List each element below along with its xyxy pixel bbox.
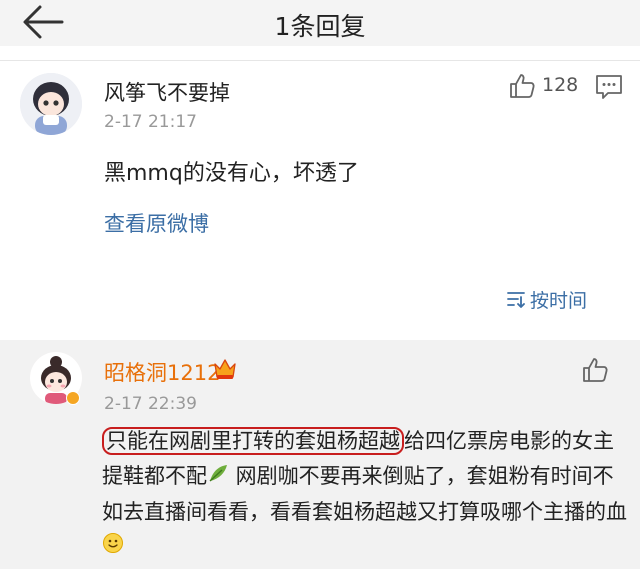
reply-text: 只能在网剧里打转的套姐杨超越 给四亿票房电影的女主提鞋都不配 网剧咖不要再来倒贴了… [102,424,630,565]
like-count: 128 [542,74,579,96]
sort-button[interactable]: 按时间 [506,286,587,312]
avatar[interactable] [20,73,82,135]
sort-label: 按时间 [530,289,588,312]
sort-icon [507,292,525,308]
vip-crown-icon [212,356,238,382]
view-original-link[interactable]: 查看原微博 [104,208,209,238]
reply-like-button[interactable] [581,356,609,384]
comment-text: 黑mmq的没有心，坏透了 [104,161,359,186]
header-divider [0,60,640,61]
comment-timestamp: 2-17 21:17 [104,112,197,132]
thumbs-up-icon [510,74,535,98]
reply-timestamp: 2-17 22:39 [104,394,197,414]
verified-icon [66,391,80,405]
thumbs-up-icon [583,358,608,382]
page-title: 1条回复 [274,12,366,41]
comment-icon [596,75,622,99]
highlighted-text: 只能在网剧里打转的套姐杨超越 [102,427,404,455]
like-button[interactable] [508,72,536,100]
comment-username[interactable]: 风筝飞不要掉 [104,77,230,107]
comment-button[interactable] [594,73,624,101]
header-bar: 1条回复 [0,0,640,46]
leaf-emoji-icon [207,460,229,495]
smile-emoji-icon [102,530,124,565]
reply-username[interactable]: 昭格洞1212 [104,357,220,387]
